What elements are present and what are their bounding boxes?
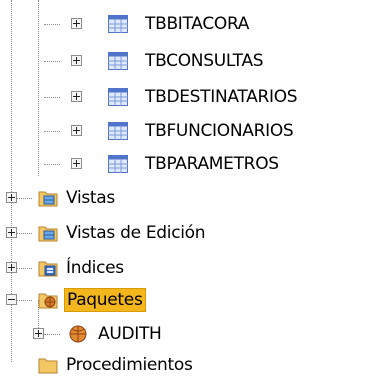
tree-item-label: TBFUNCIONARIOS xyxy=(145,121,294,141)
tree-item-label: Paquetes xyxy=(64,288,146,312)
table-icon xyxy=(108,88,128,106)
expand-toggle[interactable] xyxy=(6,262,17,273)
tree-item-label: TBBITACORA xyxy=(145,14,250,34)
tree-item-label: Índices xyxy=(66,258,124,278)
tree-item-label: Vistas de Edición xyxy=(66,223,206,243)
view-folder-icon xyxy=(38,356,58,374)
table-icon xyxy=(108,155,128,173)
object-browser-tree: TBBITACORA TBCONSULTAS TBDESTINATARIOS T… xyxy=(0,0,379,375)
view-folder-icon xyxy=(38,189,58,207)
tree-item-label: TBPARAMETROS xyxy=(145,154,279,174)
tree-item-tbbitacora[interactable]: TBBITACORA xyxy=(0,7,379,41)
tree-item-tbparametros[interactable]: TBPARAMETROS xyxy=(0,147,379,181)
expand-toggle[interactable] xyxy=(71,158,82,169)
view-folder-icon xyxy=(38,224,58,242)
tree-item-tbfuncionarios[interactable]: TBFUNCIONARIOS xyxy=(0,114,379,148)
tree-item-vistas-de-edicion[interactable]: Vistas de Edición xyxy=(0,216,379,250)
table-icon xyxy=(108,15,128,33)
tree-item-label: Procedimientos xyxy=(66,355,193,375)
tree-item-label: AUDITH xyxy=(98,324,162,344)
expand-toggle[interactable] xyxy=(6,192,17,203)
package-folder-icon xyxy=(38,291,58,309)
tree-item-paquetes[interactable]: Paquetes xyxy=(0,283,379,317)
table-icon xyxy=(108,122,128,140)
tree-item-tbdestinatarios[interactable]: TBDESTINATARIOS xyxy=(0,80,379,114)
expand-toggle[interactable] xyxy=(71,55,82,66)
expand-toggle[interactable] xyxy=(33,328,44,339)
table-icon xyxy=(108,52,128,70)
expand-toggle[interactable] xyxy=(71,91,82,102)
package-icon xyxy=(68,324,88,343)
tree-item-label: TBDESTINATARIOS xyxy=(145,87,298,107)
tree-item-label: Vistas xyxy=(66,188,115,208)
collapse-toggle[interactable] xyxy=(6,294,17,305)
expand-toggle[interactable] xyxy=(71,125,82,136)
tree-item-tbconsultas[interactable]: TBCONSULTAS xyxy=(0,44,379,78)
tree-item-indices[interactable]: Índices xyxy=(0,251,379,285)
expand-toggle[interactable] xyxy=(71,18,82,29)
expand-toggle[interactable] xyxy=(6,227,17,238)
tree-item-audith[interactable]: AUDITH xyxy=(0,317,379,351)
tree-item-vistas[interactable]: Vistas xyxy=(0,181,379,215)
tree-item-procedimientos[interactable]: Procedimientos xyxy=(0,350,379,384)
tree-item-label: TBCONSULTAS xyxy=(145,51,264,71)
index-folder-icon xyxy=(38,259,58,277)
